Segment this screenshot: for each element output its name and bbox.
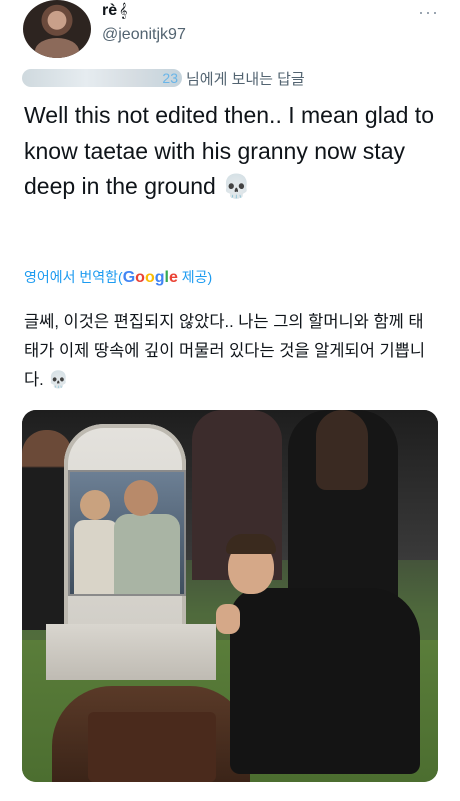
translate-prefix: 영어에서 번역함(	[24, 269, 123, 285]
photo-coat	[230, 588, 420, 774]
photo-child-face	[80, 490, 110, 520]
translate-suffix: 제공)	[177, 269, 213, 285]
tweet-text: Well this not edited then.. I mean glad …	[24, 102, 434, 199]
photo-grandmother-face	[124, 480, 158, 516]
photo-hair	[316, 410, 368, 490]
photo-child-body	[74, 520, 118, 594]
display-name-text: rè	[102, 2, 118, 19]
display-name[interactable]: rè 𝄞	[102, 2, 127, 20]
photo-headstone-base	[46, 624, 216, 680]
redacted-username-suffix: 23	[162, 70, 178, 86]
reply-context: 23 님에게 보내는 답글	[22, 68, 305, 88]
photo-crouching-man	[210, 534, 430, 774]
translated-by-google-link[interactable]: 영어에서 번역함(Google 제공)	[24, 267, 212, 287]
google-logo: Google	[123, 269, 178, 286]
avatar-figure	[35, 38, 79, 58]
reply-label: 님에게 보내는 답글	[186, 70, 305, 88]
photo-portrait-on-headstone	[68, 470, 186, 596]
translated-tweet-text: 글쎄, 이것은 편집되지 않았다.. 나는 그의 할머니와 함께 태태가 이제 …	[24, 313, 425, 389]
google-letter: o	[135, 269, 145, 286]
google-letter: G	[122, 269, 136, 286]
photo-grandmother-body	[114, 514, 180, 594]
google-letter: e	[168, 269, 178, 286]
avatar[interactable]	[23, 0, 91, 58]
redacted-username[interactable]: 23	[22, 69, 182, 87]
google-letter: o	[144, 269, 155, 286]
photo-peace-sign-hand	[216, 604, 240, 634]
tweet-photo[interactable]	[22, 410, 438, 782]
google-letter: g	[154, 269, 165, 286]
more-options-icon[interactable]: ···	[418, 2, 439, 23]
user-handle[interactable]: @jeonitjk97	[102, 26, 186, 44]
photo-grave-hole	[88, 712, 216, 782]
treble-clef-icon: 𝄞	[119, 2, 128, 18]
photo-hair	[226, 534, 276, 554]
